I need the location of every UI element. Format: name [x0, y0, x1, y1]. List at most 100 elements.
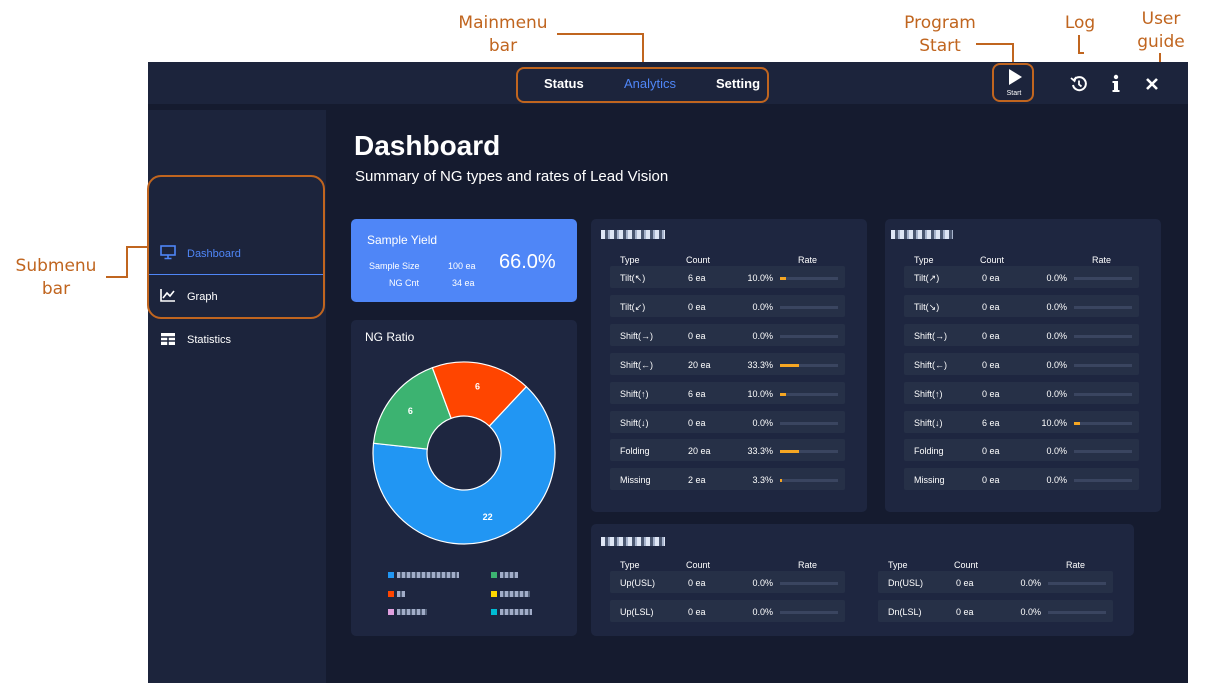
rate-bar: [780, 450, 838, 454]
rate-bar: [1074, 305, 1132, 309]
row-type: Folding: [914, 446, 944, 457]
row-rate: 10.0%: [1041, 417, 1067, 428]
table-row: Dn(USL) 0 ea 0.0%: [878, 571, 1113, 593]
row-count: 0 ea: [688, 417, 706, 428]
row-count: 0 ea: [956, 578, 974, 588]
sample-size-value: 100 ea: [448, 261, 476, 271]
col-header-count: Count: [686, 255, 711, 265]
info-icon[interactable]: [1111, 74, 1121, 94]
annotation-program-start: Program Start: [904, 13, 976, 56]
row-type: Up(USL): [620, 578, 656, 588]
table-row: Up(LSL) 0 ea 0.0%: [610, 599, 845, 622]
table-title: [891, 230, 953, 239]
row-type: Dn(LSL): [888, 606, 922, 617]
row-rate: 3.3%: [752, 475, 773, 486]
row-rate: 0.0%: [1020, 578, 1041, 588]
col-header-count: Count: [980, 255, 1005, 265]
history-icon[interactable]: [1070, 75, 1088, 93]
table-row: Folding 0 ea 0.0%: [904, 439, 1139, 462]
annotation-submenu-box: [147, 175, 325, 319]
annotation-mainmenu-box: [516, 67, 769, 103]
legend-label: [500, 591, 530, 597]
table-row: Up(USL) 0 ea 0.0%: [610, 571, 845, 593]
row-type: Shift(→): [620, 330, 654, 341]
table-row: Shift(↓) 0 ea 0.0%: [610, 410, 845, 433]
row-count: 0 ea: [982, 388, 1000, 399]
table-title: [601, 230, 665, 239]
col-header-type: Type: [620, 560, 640, 570]
row-count: 0 ea: [688, 606, 706, 617]
annotation-submenu: Submenu bar: [15, 256, 97, 299]
sample-size-label: Sample Size: [369, 261, 420, 271]
rate-bar: [1074, 277, 1132, 280]
rate-bar-fill: [1074, 421, 1080, 425]
row-count: 20 ea: [688, 446, 711, 457]
col-header-count: Count: [686, 560, 711, 570]
row-type: Shift(↑): [914, 388, 943, 399]
col-header-rate: Rate: [1092, 255, 1112, 265]
row-rate: 0.0%: [1046, 446, 1067, 457]
row-type: Up(LSL): [620, 606, 654, 617]
row-rate: 0.0%: [1046, 301, 1067, 312]
row-type: Shift(↓): [620, 417, 649, 428]
rate-bar: [780, 305, 838, 309]
close-icon[interactable]: [1145, 77, 1159, 91]
table-icon: [161, 333, 175, 345]
rate-bar: [1074, 363, 1132, 367]
annotation-start-box: [992, 63, 1034, 102]
annotation-user-guide: User guide: [1137, 9, 1185, 52]
pie-slice-label: 6: [408, 406, 413, 416]
annotation-log: Log: [1064, 13, 1096, 33]
row-rate: 0.0%: [752, 578, 773, 588]
row-type: Tilt(↗): [914, 273, 940, 283]
row-count: 6 ea: [688, 273, 706, 283]
col-header-type: Type: [888, 560, 908, 570]
row-rate: 0.0%: [1046, 359, 1067, 370]
row-type: Shift(←): [620, 359, 654, 370]
rate-bar: [1074, 450, 1132, 454]
row-count: 6 ea: [688, 388, 706, 399]
row-count: 0 ea: [982, 330, 1000, 341]
rate-bar: [1074, 392, 1132, 396]
ng-table-card-3: Type Count Rate Up(USL) 0 ea 0.0% Up(LSL) 0 ea 0…: [591, 524, 1134, 636]
table-row: Missing 2 ea 3.3%: [610, 468, 845, 491]
row-type: Tilt(↙): [620, 301, 646, 312]
row-type: Missing: [914, 475, 945, 486]
row-count: 2 ea: [688, 475, 706, 486]
row-type: Tilt(↘): [914, 301, 940, 312]
table-row: Tilt(↙) 0 ea 0.0%: [610, 294, 845, 317]
rate-bar: [1074, 334, 1132, 338]
row-count: 0 ea: [956, 606, 974, 617]
rate-bar: [1074, 479, 1132, 483]
rate-bar: [780, 479, 838, 483]
row-rate: 0.0%: [1046, 475, 1067, 486]
rate-bar-fill: [780, 479, 782, 483]
rate-bar: [780, 582, 838, 585]
row-count: 0 ea: [982, 359, 1000, 370]
ng-ratio-card: NG Ratio 22 6 6: [351, 320, 577, 636]
row-rate: 33.3%: [747, 446, 773, 457]
annotation-line: [1078, 35, 1080, 53]
app-window: Status Analytics Setting Start Dashboard…: [148, 62, 1188, 683]
col-header-type: Type: [914, 255, 934, 265]
row-type: Tilt(↖): [620, 273, 646, 283]
sidebar-item-statistics[interactable]: Statistics: [148, 320, 323, 360]
table-row: Tilt(↘) 0 ea 0.0%: [904, 294, 1139, 317]
legend-swatch: [388, 591, 394, 597]
row-rate: 0.0%: [1046, 330, 1067, 341]
table-row: Folding 20 ea 33.3%: [610, 439, 845, 462]
legend-label: [397, 609, 427, 615]
table-row: Shift(→) 0 ea 0.0%: [904, 323, 1139, 346]
legend-swatch: [491, 609, 497, 615]
row-type: Missing: [620, 475, 651, 486]
yield-title: Sample Yield: [367, 233, 438, 247]
row-rate: 33.3%: [747, 359, 773, 370]
legend-label: [500, 572, 518, 578]
annotation-line: [106, 276, 128, 278]
page-subtitle: Summary of NG types and rates of Lead Vi…: [355, 168, 669, 185]
legend-label: [397, 572, 459, 578]
rate-bar: [780, 277, 838, 280]
rate-bar: [1074, 421, 1132, 425]
legend-swatch: [491, 572, 497, 578]
pie-slice-label: 6: [475, 381, 480, 391]
